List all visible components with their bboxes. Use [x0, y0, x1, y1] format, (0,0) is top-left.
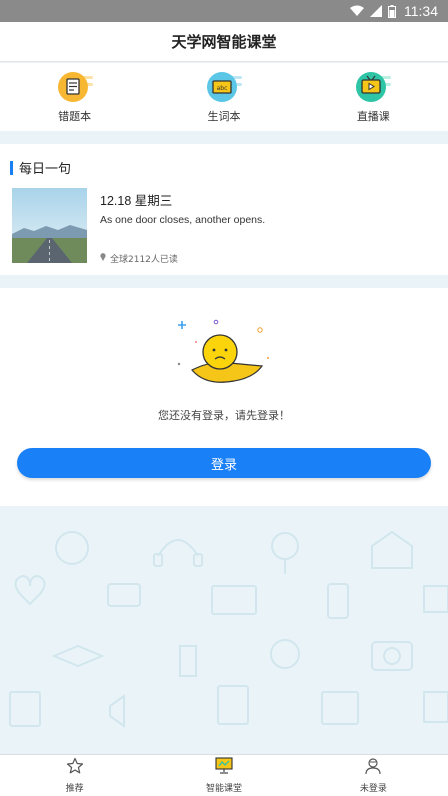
status-bar: 11:34 [0, 0, 448, 22]
tab-recommend[interactable]: 推荐 [0, 755, 149, 796]
tab-smart-classroom[interactable]: 智能课堂 [149, 755, 298, 796]
tab-user[interactable]: 未登录 [299, 755, 448, 796]
quick-item-label: 生词本 [207, 110, 241, 123]
quick-item-label: 错题本 [58, 110, 92, 123]
classroom-board-icon [214, 757, 234, 779]
notebook-icon [55, 70, 95, 104]
login-prompt: 您还没有登录，请先登录！ [158, 409, 290, 422]
read-count-text: 全球2112人已读 [110, 255, 178, 265]
status-time: 11:34 [404, 3, 438, 19]
quick-item-label: 直播课 [356, 110, 390, 123]
signal-icon [370, 5, 382, 17]
tab-label: 智能课堂 [205, 784, 242, 794]
sad-mascot-illustration [172, 318, 272, 398]
daily-heading-text: 每日一句 [19, 162, 72, 177]
read-count: 全球2112人已读 [100, 252, 178, 265]
daily-quote: As one door closes, another opens. [100, 214, 266, 226]
vocab-card-icon: abc [204, 70, 244, 104]
login-card: 您还没有登录，请先登录！ 登录 [0, 288, 448, 506]
user-icon [364, 757, 382, 779]
tab-label: 推荐 [65, 784, 84, 794]
wifi-icon [350, 5, 364, 17]
quick-nav: 错题本 abc 生词本 直播课 [0, 63, 448, 131]
location-pin-icon [100, 253, 106, 264]
road-landscape-image [12, 188, 87, 263]
heading-accent-bar [10, 160, 13, 175]
background-pattern [0, 506, 448, 754]
live-tv-icon [353, 70, 393, 104]
quick-item-mistakes[interactable]: 错题本 [0, 63, 149, 131]
quick-item-live[interactable]: 直播课 [299, 63, 448, 131]
star-icon [66, 757, 84, 779]
daily-date: 12.18 星期三 [100, 194, 173, 208]
svg-text:abc: abc [217, 85, 228, 92]
battery-icon [388, 4, 396, 18]
daily-heading: 每日一句 [10, 158, 71, 177]
daily-sentence-card[interactable]: 每日一句 12.18 星期三 As one door closes, anoth… [0, 144, 448, 275]
page-title: 天学网智能课堂 [171, 33, 277, 51]
bottom-tab-bar: 推荐 智能课堂 未登录 [0, 754, 448, 796]
quick-item-vocab[interactable]: abc 生词本 [149, 63, 298, 131]
tab-label: 未登录 [359, 784, 387, 794]
app-header: 天学网智能课堂 [0, 22, 448, 62]
login-button[interactable]: 登录 [17, 448, 431, 478]
